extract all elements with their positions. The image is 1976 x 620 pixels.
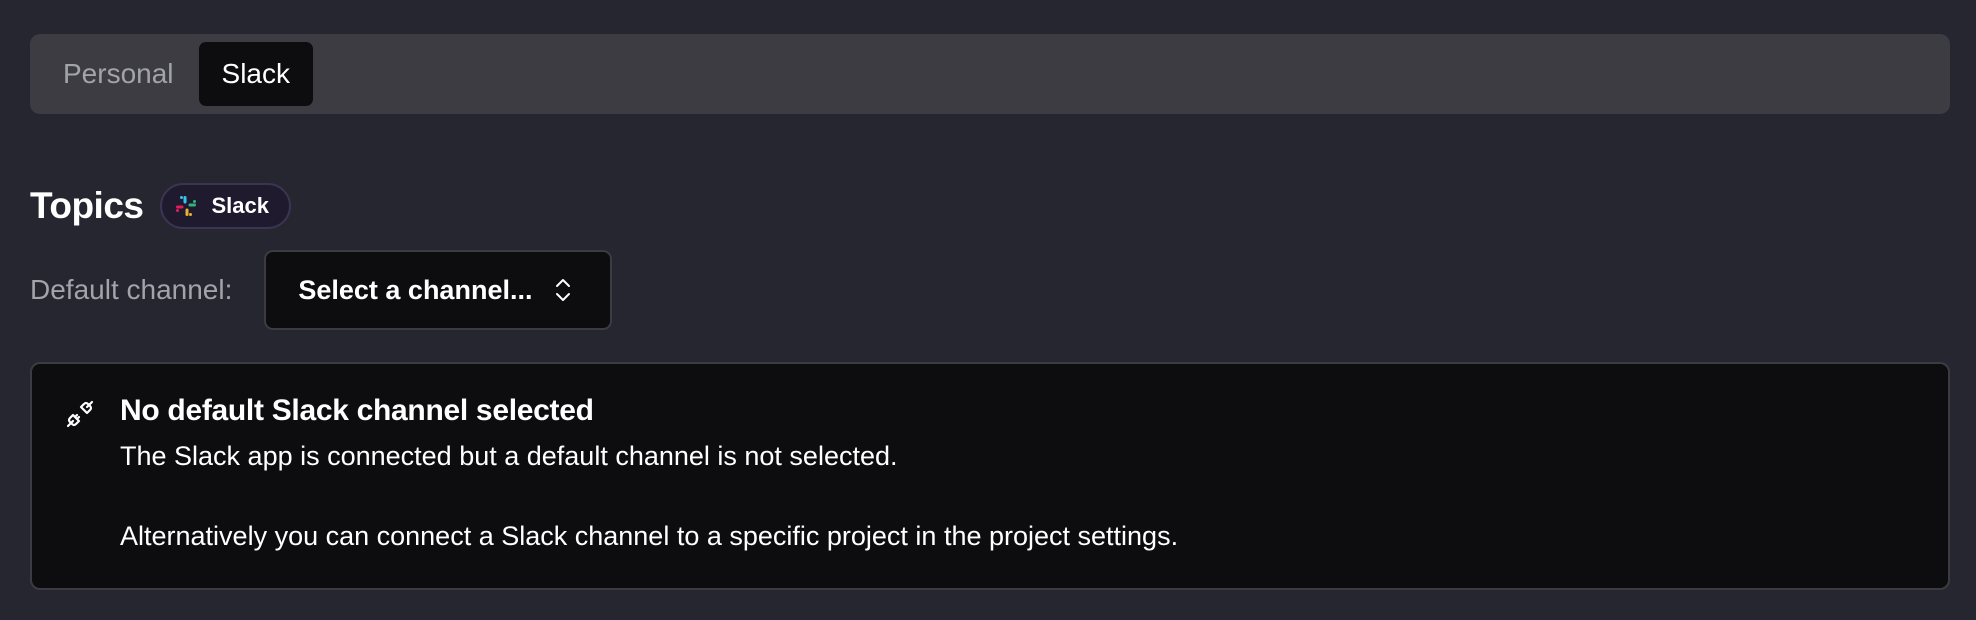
default-channel-label: Default channel: — [30, 274, 233, 305]
alert-message: The Slack app is connected but a default… — [120, 441, 898, 471]
tab-personal[interactable]: Personal — [40, 42, 197, 106]
slack-badge-label: Slack — [211, 193, 270, 218]
no-channel-alert: No default Slack channel selected The Sl… — [30, 362, 1950, 590]
tab-bar: Personal Slack — [30, 34, 1950, 114]
slack-logo-icon — [175, 196, 196, 216]
channel-select-value: Select a channel... — [298, 274, 533, 305]
default-channel-row: Default channel: Select a channel... — [30, 250, 613, 330]
chevron-up-down-icon — [554, 276, 572, 304]
settings-page: Personal Slack Topics Slack Default chan… — [0, 0, 1976, 620]
section-header: Topics Slack — [30, 182, 291, 230]
tab-slack[interactable]: Slack — [198, 42, 313, 106]
unplugged-icon — [64, 398, 96, 435]
slack-badge: Slack — [159, 183, 291, 229]
alert-hint: Alternatively you can connect a Slack ch… — [120, 521, 1179, 551]
alert-title: No default Slack channel selected — [120, 394, 594, 427]
channel-select[interactable]: Select a channel... — [264, 250, 613, 330]
section-title: Topics — [30, 185, 144, 226]
